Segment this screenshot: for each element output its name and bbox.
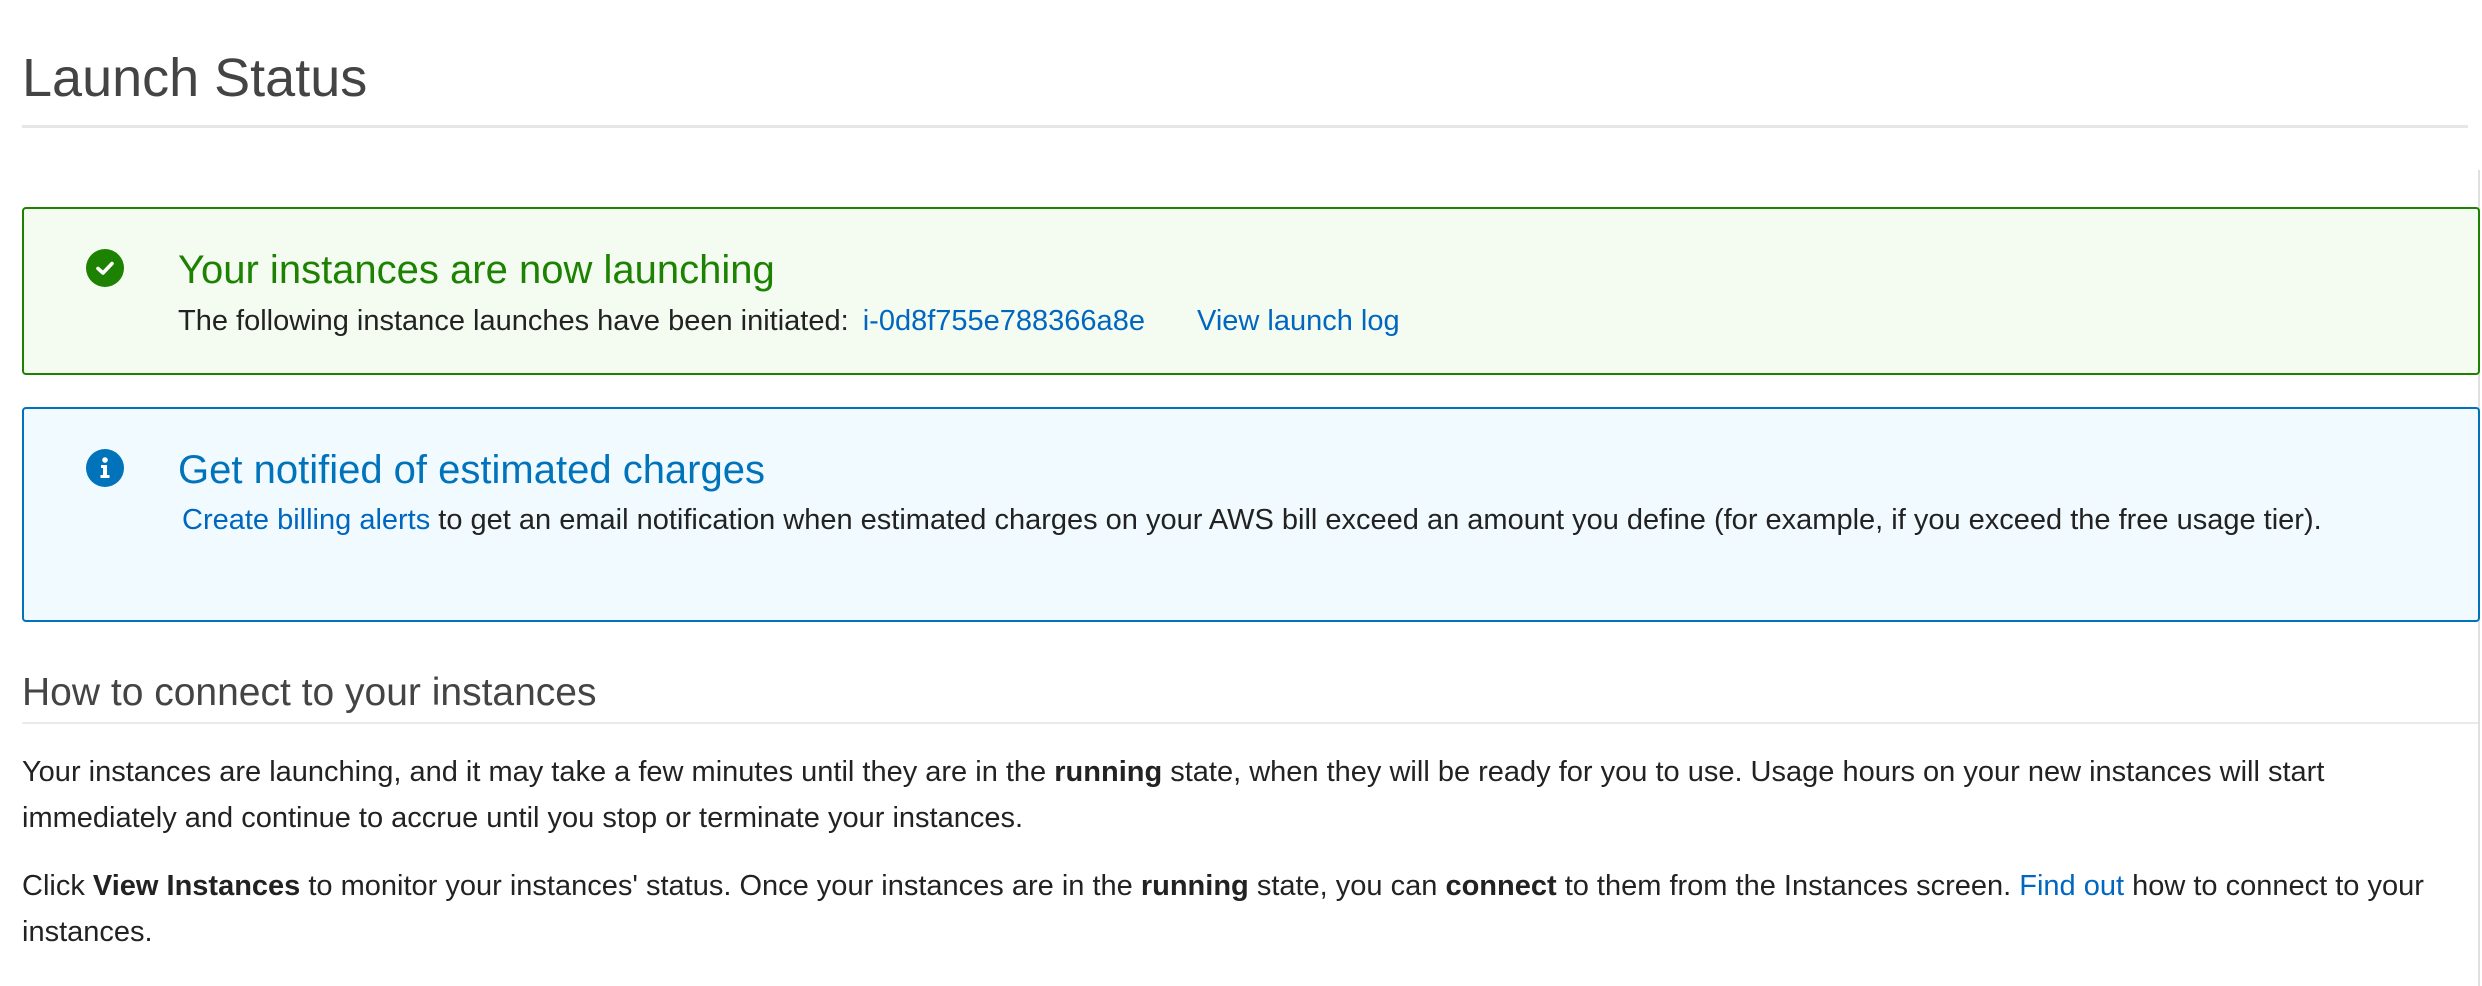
info-alert-body: Create billing alerts to get an email no… bbox=[178, 497, 2438, 543]
connect-info-paragraph: Click View Instances to monitor your ins… bbox=[22, 863, 2442, 955]
success-alert-text: The following instance launches have bee… bbox=[178, 305, 849, 337]
success-alert-body: The following instance launches have bee… bbox=[178, 298, 1400, 344]
info-alert-heading: Get notified of estimated charges bbox=[178, 448, 765, 492]
para2-running-bold: running bbox=[1140, 870, 1249, 902]
connect-section-heading: How to connect to your instances bbox=[22, 671, 597, 714]
launch-status-page: Launch Status Your instances are now lau… bbox=[0, 0, 2482, 986]
para2-view-instances-bold: View Instances bbox=[92, 870, 301, 902]
para1-text-1: Your instances are launching, and it may… bbox=[22, 756, 1047, 788]
page-title: Launch Status bbox=[22, 48, 368, 108]
section-divider bbox=[22, 722, 2478, 724]
para2-text-1: Click bbox=[22, 870, 85, 902]
para2-text-4: to them from the Instances screen. bbox=[1564, 870, 2012, 902]
instance-id-link[interactable]: i-0d8f755e788366a8e bbox=[863, 305, 1145, 337]
billing-info-alert: Get notified of estimated charges Create… bbox=[22, 407, 2480, 622]
title-divider bbox=[22, 125, 2468, 128]
view-launch-log-link[interactable]: View launch log bbox=[1197, 305, 1400, 337]
para1-running-bold: running bbox=[1054, 756, 1163, 788]
launching-info-paragraph: Your instances are launching, and it may… bbox=[22, 749, 2442, 841]
info-alert-text: to get an email notification when estima… bbox=[438, 504, 2322, 536]
para2-connect-bold: connect bbox=[1445, 870, 1557, 902]
check-circle-icon bbox=[86, 249, 124, 287]
find-out-link[interactable]: Find out bbox=[2019, 870, 2124, 902]
info-circle-icon bbox=[86, 449, 124, 487]
success-alert-heading: Your instances are now launching bbox=[178, 248, 775, 292]
para2-text-2: to monitor your instances' status. Once … bbox=[308, 870, 1133, 902]
para2-text-3: state, you can bbox=[1256, 870, 1438, 902]
launch-success-alert: Your instances are now launching The fol… bbox=[22, 207, 2480, 375]
create-billing-alerts-link[interactable]: Create billing alerts bbox=[182, 504, 430, 536]
